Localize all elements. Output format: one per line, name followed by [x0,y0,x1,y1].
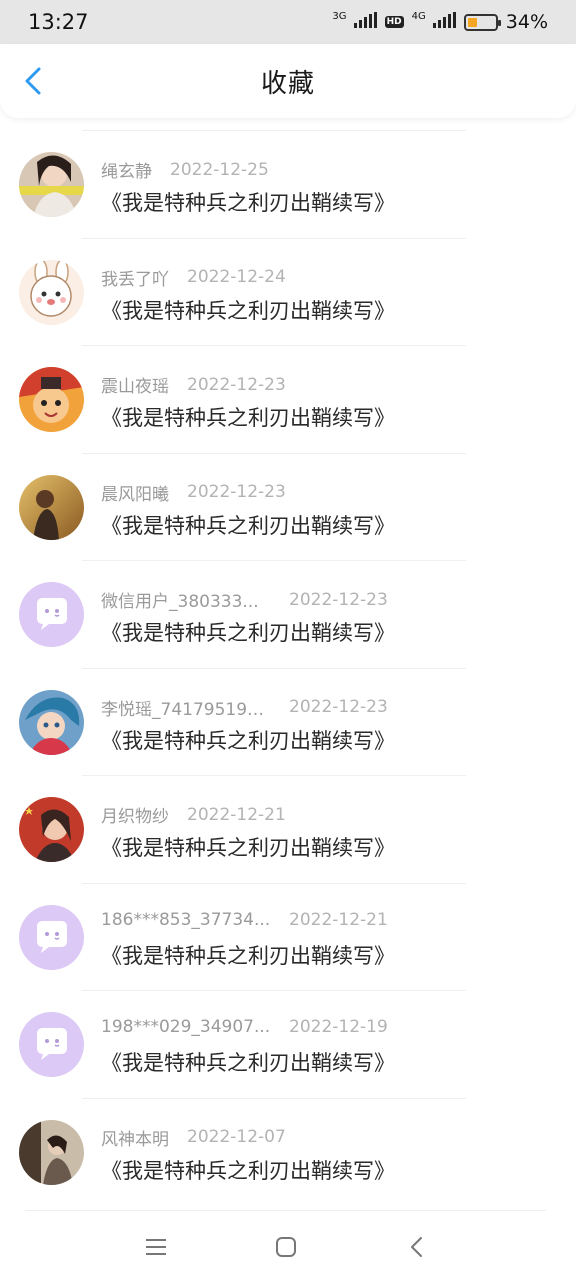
user-name: 晨风阳曦 [101,484,169,505]
avatar[interactable] [19,259,84,325]
list-item[interactable]: 月织物纱 2022-12-21 《我是特种兵之利刃出鞘续写》 [0,775,576,883]
app-header: 收藏 [0,44,576,118]
book-title[interactable]: 《我是特种兵之利刃出鞘续写》 [101,510,395,540]
hd-voice-icon: HD [384,16,404,28]
avatar[interactable] [19,152,84,217]
user-name: 绳玄静 [101,162,152,182]
book-title[interactable]: 《我是特种兵之利刃出鞘续写》 [101,1155,395,1185]
favorite-date: 2022-12-21 [187,804,286,825]
book-title[interactable]: 《我是特种兵之利刃出鞘续写》 [101,940,395,970]
list-item[interactable]: 186***853_37734... 2022-12-21 《我是特种兵之利刃出鞘续… [0,882,576,991]
favorite-date: 2022-12-19 [289,1017,388,1037]
avatar[interactable] [19,582,84,647]
list-item[interactable]: 风神本明 2022-12-07 《我是特种兵之利刃出鞘续写》 [0,1097,576,1206]
home-icon [276,1237,296,1257]
divider [25,1210,546,1211]
favorite-date: 2022-12-07 [187,1127,286,1147]
list-item[interactable]: 我丢了吖 2022-12-24 《我是特种兵之利刃出鞘续写》 [0,237,576,346]
user-name: 震山夜瑶 [101,377,169,397]
cell-signal-3g-icon: 3G [332,11,377,33]
meta-line: 月织物纱 2022-12-21 [101,802,286,828]
meta-line: 风神本明 2022-12-07 [101,1125,286,1150]
book-title[interactable]: 《我是特种兵之利刃出鞘续写》 [101,725,395,755]
avatar[interactable] [19,904,84,970]
meta-line: 震山夜瑶 2022-12-23 [101,372,286,398]
menu-button[interactable] [143,1234,169,1260]
favorite-date: 2022-12-23 [289,697,388,717]
chevron-left-icon [25,67,41,95]
user-name: 风神本明 [101,1129,169,1150]
list-item[interactable]: 绳玄静 2022-12-25 《我是特种兵之利刃出鞘续写》 [0,130,576,238]
avatar[interactable] [19,1119,84,1185]
meta-line: 我丢了吖 2022-12-24 [101,265,286,290]
meta-line: 198***029_34907... 2022-12-19 [101,1017,388,1037]
battery-icon [463,13,501,31]
favorite-date: 2022-12-25 [170,159,269,180]
avatar[interactable] [19,797,84,862]
avatar[interactable] [19,1012,84,1077]
meta-line: 186***853_37734... 2022-12-21 [101,910,388,930]
user-name: 微信用户_380333... [101,592,259,612]
user-name: 月织物纱 [101,807,169,827]
status-time: 13:27 [28,10,89,34]
book-title[interactable]: 《我是特种兵之利刃出鞘续写》 [101,1047,395,1077]
list-item[interactable]: 198***029_34907... 2022-12-19 《我是特种兵之利刃出鞘续… [0,990,576,1098]
favorite-date: 2022-12-21 [289,909,388,930]
back-button[interactable] [18,66,48,96]
meta-line: 李悦瑶_741795191... 2022-12-23 [101,695,388,720]
cell-signal-4g-icon: 4G [412,11,456,33]
meta-line: 微信用户_380333... 2022-12-23 [101,587,388,613]
status-icons: 3G HD 4G 34% [332,11,548,33]
home-button[interactable] [273,1234,299,1260]
user-name: 186***853_37734... [101,909,271,930]
favorites-list: 绳玄静 2022-12-25 《我是特种兵之利刃出鞘续写》 我丢了吖 2022-12-2… [0,130,576,1205]
avatar[interactable] [19,689,84,755]
list-item[interactable]: 李悦瑶_741795191... 2022-12-23 《我是特种兵之利刃出鞘续写》 [0,667,576,776]
book-title[interactable]: 《我是特种兵之利刃出鞘续写》 [101,832,395,862]
list-item[interactable]: 震山夜瑶 2022-12-23 《我是特种兵之利刃出鞘续写》 [0,345,576,453]
system-nav-bar [0,1212,576,1280]
user-name: 李悦瑶_741795191... [101,699,271,720]
page-title: 收藏 [260,68,315,99]
battery-percent: 34% [505,11,548,33]
menu-icon [146,1239,166,1255]
favorite-date: 2022-12-23 [187,482,286,502]
avatar[interactable] [19,474,84,540]
meta-line: 绳玄静 2022-12-25 [101,157,269,183]
book-title[interactable]: 《我是特种兵之利刃出鞘续写》 [101,295,395,325]
list-item[interactable]: 晨风阳曦 2022-12-23 《我是特种兵之利刃出鞘续写》 [0,452,576,561]
status-bar: 13:27 3G HD 4G 34% [0,0,576,44]
favorite-date: 2022-12-24 [187,267,286,287]
list-item[interactable]: 微信用户_380333... 2022-12-23 《我是特种兵之利刃出鞘续写》 [0,560,576,668]
book-title[interactable]: 《我是特种兵之利刃出鞘续写》 [101,402,395,432]
book-title[interactable]: 《我是特种兵之利刃出鞘续写》 [101,617,395,647]
user-name: 198***029_34907... [101,1017,271,1037]
back-nav-button[interactable] [404,1234,430,1260]
favorite-date: 2022-12-23 [289,589,388,610]
user-name: 我丢了吖 [101,269,169,290]
favorite-date: 2022-12-23 [187,374,286,395]
back-icon [411,1237,422,1257]
meta-line: 晨风阳曦 2022-12-23 [101,480,286,505]
book-title[interactable]: 《我是特种兵之利刃出鞘续写》 [101,187,395,217]
avatar[interactable] [19,367,84,432]
